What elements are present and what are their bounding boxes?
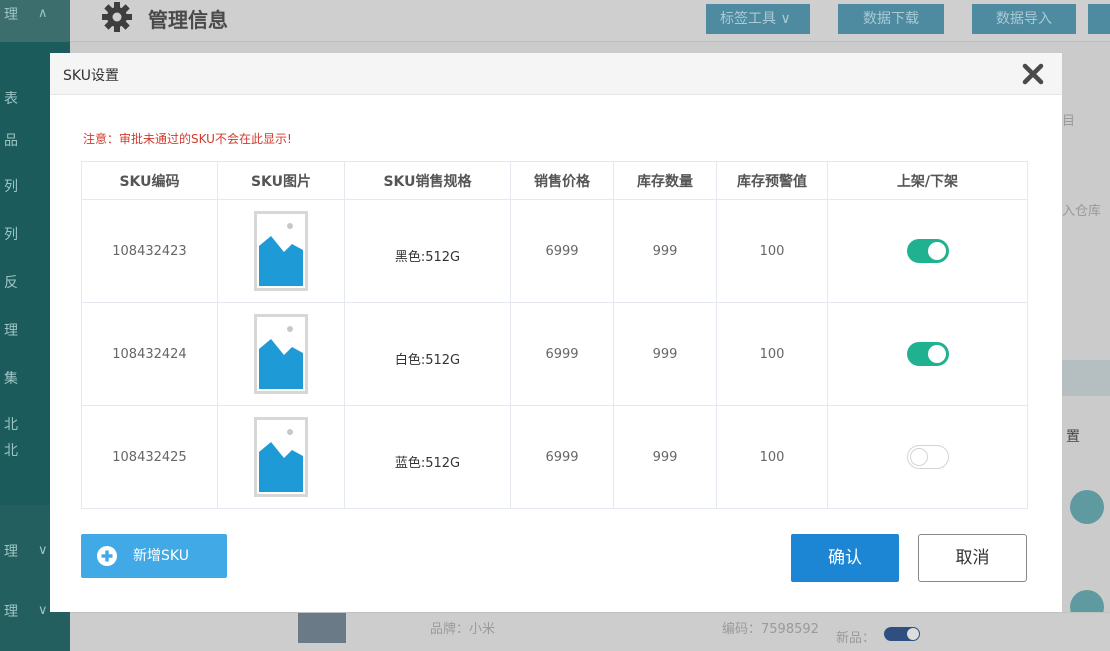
data-import-button[interactable]: 数据导入	[972, 4, 1076, 34]
sku-image-cell	[217, 302, 345, 406]
column-header: 库存数量	[613, 161, 717, 200]
sku-warning: 100	[716, 199, 828, 303]
cancel-button[interactable]: 取消	[918, 534, 1027, 582]
sidebar-glyph: 北	[4, 443, 18, 459]
product-thumbnail	[298, 613, 346, 643]
sku-price: 6999	[510, 199, 614, 303]
background-table-row	[70, 612, 1110, 651]
shelf-toggle[interactable]	[906, 445, 949, 469]
column-header: SKU销售规格	[344, 161, 511, 200]
add-sku-button[interactable]: 新增SKU	[81, 534, 227, 578]
sku-price: 6999	[510, 302, 614, 406]
shelf-cell	[827, 302, 1028, 406]
sku-table: SKU编码 SKU图片 SKU销售规格 销售价格 库存数量 库存预警值 上架/下…	[81, 161, 1028, 509]
sku-stock: 999	[613, 405, 717, 509]
new-product-toggle[interactable]	[884, 627, 920, 641]
sidebar-glyph: 表	[4, 91, 18, 107]
image-placeholder-icon[interactable]	[254, 417, 308, 497]
tag-tool-button[interactable]: 标签工具 ∨	[706, 4, 810, 34]
column-header: 销售价格	[510, 161, 614, 200]
shelf-toggle[interactable]	[906, 239, 949, 263]
sku-image-cell	[217, 199, 345, 303]
table-row: 108432425 蓝色:512G 6999 999 100	[81, 405, 1028, 509]
new-label: 新品：	[836, 631, 876, 646]
sku-code: 108432424	[81, 302, 218, 406]
sku-price: 6999	[510, 405, 614, 509]
sku-spec: 黑色:512G	[344, 199, 511, 303]
gear-icon	[102, 2, 132, 32]
add-sku-label: 新增SKU	[133, 548, 189, 564]
approval-notice: 注意：审批未通过的SKU不会在此显示!	[83, 132, 292, 146]
sidebar-glyph: 北	[4, 417, 18, 433]
shelf-cell	[827, 405, 1028, 509]
background-band	[1062, 360, 1110, 396]
background-circle-button[interactable]	[1070, 490, 1104, 524]
sidebar-glyph: 集	[4, 371, 18, 387]
chevron-down-icon: ∨	[38, 543, 48, 558]
column-header: SKU图片	[217, 161, 345, 200]
image-placeholder-icon[interactable]	[254, 314, 308, 394]
sku-warning: 100	[716, 302, 828, 406]
sidebar-glyph: 列	[4, 227, 18, 243]
toggle-knob	[909, 448, 928, 466]
sku-settings-dialog: SKU设置 注意：审批未通过的SKU不会在此显示! SKU编码 SKU图片 SK…	[50, 53, 1062, 612]
page-title: 管理信息	[148, 8, 228, 32]
close-icon[interactable]	[1020, 61, 1046, 87]
shelf-toggle[interactable]	[906, 342, 949, 366]
background-fragment: 置	[1066, 429, 1080, 445]
sku-stock: 999	[613, 302, 717, 406]
toggle-knob	[927, 345, 946, 363]
shelf-cell	[827, 199, 1028, 303]
sidebar-glyph: 理	[4, 544, 18, 560]
brand-text: 品牌：小米	[430, 622, 496, 637]
sidebar-glyph: 列	[4, 179, 18, 195]
sku-warning: 100	[716, 405, 828, 509]
column-header: 上架/下架	[827, 161, 1028, 200]
plus-circle-icon	[97, 546, 117, 566]
header-edge-button[interactable]	[1088, 4, 1110, 34]
sku-spec: 白色:512G	[344, 302, 511, 406]
column-header: 库存预警值	[716, 161, 828, 200]
sidebar-glyph: 理	[4, 323, 18, 339]
background-fragment: 目	[1062, 114, 1076, 129]
dialog-title: SKU设置	[63, 68, 119, 84]
data-download-button[interactable]: 数据下载	[838, 4, 944, 34]
chevron-down-icon: ∨	[38, 603, 48, 618]
sidebar-glyph: 理	[4, 604, 18, 620]
sidebar-glyph: 理	[4, 7, 18, 23]
confirm-button[interactable]: 确认	[791, 534, 899, 582]
column-header: SKU编码	[81, 161, 218, 200]
sku-image-cell	[217, 405, 345, 509]
sku-code: 108432425	[81, 405, 218, 509]
sidebar-glyph: 反	[4, 275, 18, 291]
table-row: 108432423 黑色:512G 6999 999 100	[81, 199, 1028, 303]
sku-stock: 999	[613, 199, 717, 303]
dialog-header: SKU设置	[50, 53, 1062, 95]
toggle-knob	[927, 242, 946, 260]
code-text: 编码：7598592	[722, 622, 819, 637]
image-placeholder-icon[interactable]	[254, 211, 308, 291]
sku-spec: 蓝色:512G	[344, 405, 511, 509]
sku-code: 108432423	[81, 199, 218, 303]
background-fragment: 入仓库	[1062, 204, 1102, 219]
table-header-row: SKU编码 SKU图片 SKU销售规格 销售价格 库存数量 库存预警值 上架/下…	[81, 161, 1028, 200]
table-row: 108432424 白色:512G 6999 999 100	[81, 302, 1028, 406]
chevron-up-icon: ∧	[38, 6, 48, 21]
sidebar-glyph: 品	[4, 133, 18, 149]
